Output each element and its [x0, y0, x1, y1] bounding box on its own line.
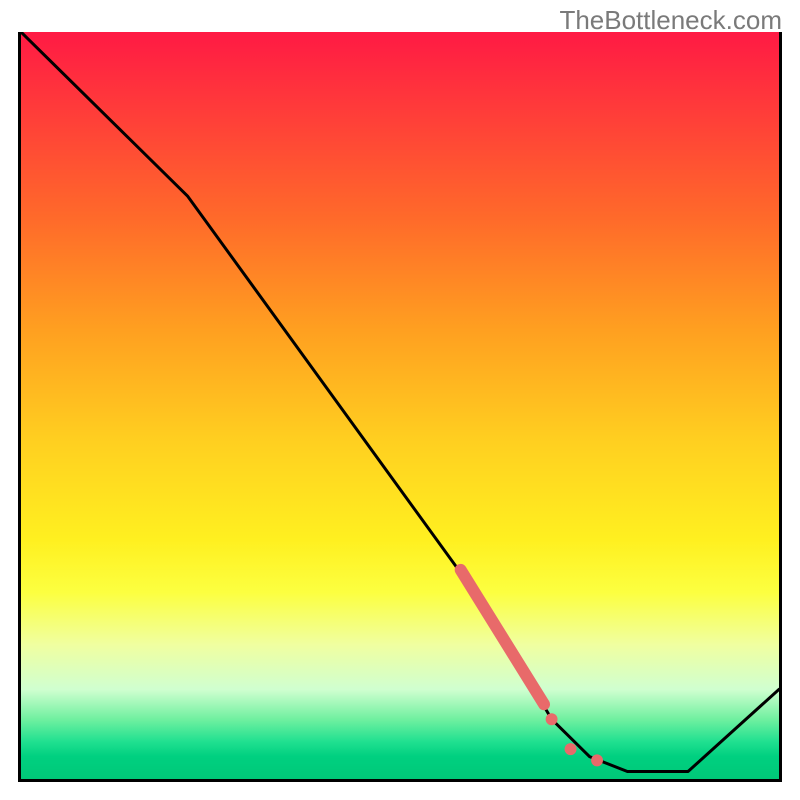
- highlight-dots: [546, 713, 603, 766]
- chart-svg: [21, 32, 779, 779]
- highlight-dot: [565, 743, 577, 755]
- highlight-segment-path: [461, 570, 544, 704]
- highlight-dot: [591, 754, 603, 766]
- plot-area: [18, 32, 782, 782]
- highlight-dot: [546, 713, 558, 725]
- curve-group: [21, 32, 779, 772]
- bottleneck-curve-path: [21, 32, 779, 772]
- chart-container: TheBottleneck.com: [0, 0, 800, 800]
